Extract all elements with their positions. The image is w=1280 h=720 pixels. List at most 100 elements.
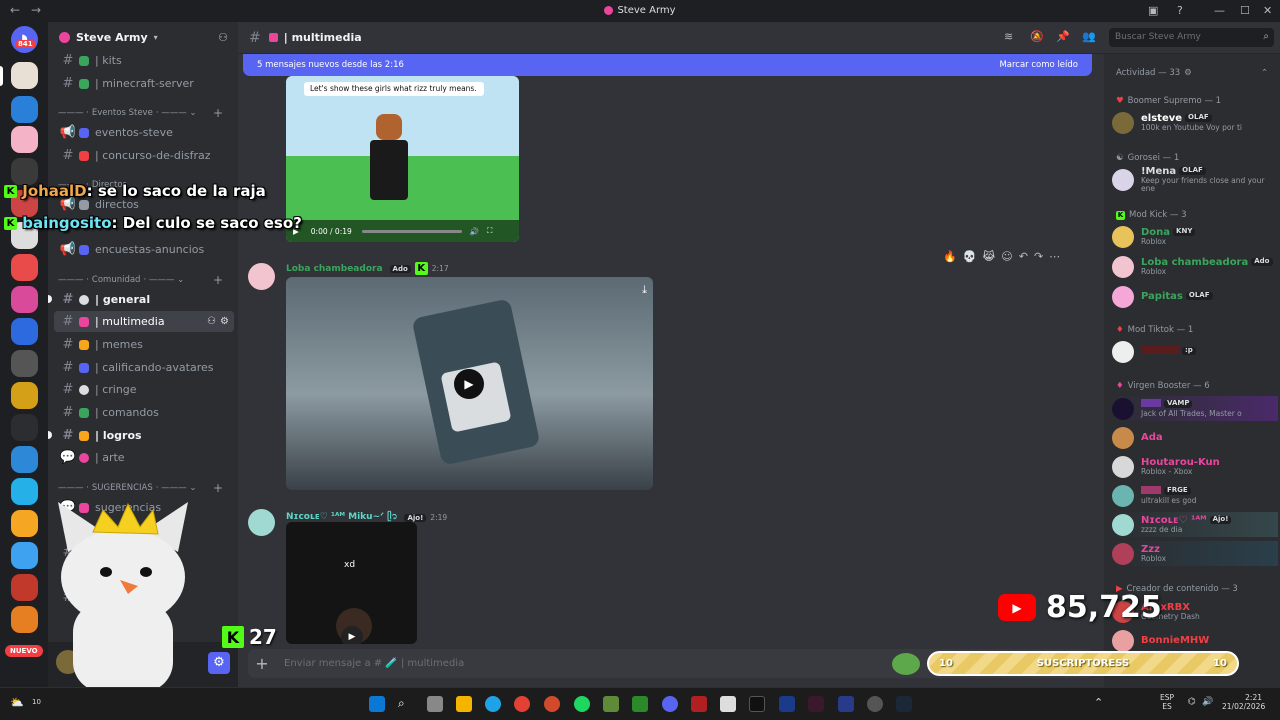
obs-icon[interactable] (867, 696, 883, 712)
pin-icon[interactable]: 📌 (1056, 30, 1070, 44)
clock[interactable]: 2:21 21/02/2026 (1222, 693, 1265, 711)
app-icon-red[interactable] (691, 696, 707, 712)
server-3[interactable] (11, 126, 38, 153)
help-icon[interactable]: ? (1177, 4, 1183, 17)
steam-icon[interactable] (896, 696, 912, 712)
server-steve-army[interactable] (11, 62, 38, 89)
server-13[interactable] (11, 446, 38, 473)
mark-as-read-button[interactable]: Marcar como leído (999, 60, 1078, 70)
network-icon[interactable]: ⌬ (1188, 697, 1196, 707)
reply-icon[interactable]: ↶ (1019, 250, 1028, 263)
member-item[interactable]: Loba chambeadora Ado Roblox (1112, 254, 1278, 279)
member-item[interactable]: BonnieMHW (1112, 628, 1278, 653)
play-button-icon[interactable]: ▶ (454, 369, 484, 399)
guild-header[interactable]: Steve Army ▾ ⚇ (48, 22, 238, 52)
file-explorer-icon[interactable] (456, 696, 472, 712)
server-10[interactable] (11, 350, 38, 377)
settings-gear-icon[interactable]: ⚙ (208, 652, 230, 674)
store-icon[interactable] (720, 696, 736, 712)
member-item[interactable]: Zzz Roblox (1112, 541, 1278, 566)
member-item[interactable]: VAMP Jack of All Trades, Master o (1112, 396, 1278, 421)
app-icon-valorant[interactable] (808, 696, 824, 712)
reaction-fire[interactable]: 🔥 (943, 250, 957, 263)
add-reaction-icon[interactable]: ☺ (1001, 250, 1012, 263)
threads-icon[interactable]: ≋ (1004, 30, 1018, 44)
channel-minecraft-server[interactable]: # | minecraft-server (48, 73, 234, 94)
close-icon[interactable]: ✕ (1263, 4, 1272, 17)
video-attachment[interactable]: xd ▶ (286, 522, 417, 644)
server-14[interactable] (11, 478, 38, 505)
channel-multimedia[interactable]: # | multimedia ⚇ ⚙ (54, 311, 234, 332)
server-18[interactable] (11, 606, 38, 633)
weather-icon[interactable]: ⛅ (10, 696, 24, 709)
search-input[interactable]: Buscar Steve Army ⌕ (1109, 28, 1274, 47)
server-15[interactable] (11, 510, 38, 537)
message-author[interactable]: Loba chambeadora (286, 264, 383, 274)
channel-eventos-steve[interactable]: 📢 eventos-steve (48, 122, 234, 143)
server-17[interactable] (11, 574, 38, 601)
video-seek-bar[interactable] (361, 229, 462, 233)
play-button-icon[interactable]: ▶ (341, 626, 363, 644)
channel-cringe[interactable]: # | cringe (48, 379, 234, 400)
channel-arte[interactable]: 💬 | arte (48, 447, 234, 468)
member-item[interactable]: elsteve OLAF 100k en Youtube Voy por ti (1112, 110, 1278, 135)
channel-comandos[interactable]: # | comandos (48, 402, 234, 423)
notification-bell-icon[interactable]: 🔕 (1030, 30, 1044, 44)
xbox-icon[interactable] (632, 696, 648, 712)
channel-encuestas-anuncios[interactable]: 📢 encuestas-anuncios (48, 239, 234, 260)
volume-icon[interactable]: 🔊 (470, 227, 479, 236)
app-icon-blue[interactable] (838, 696, 854, 712)
reaction-skull[interactable]: 💀 (963, 250, 977, 263)
category-eventos[interactable]: ——— · Eventos Steve · ——— ⌄ + (58, 106, 233, 120)
attach-plus-icon[interactable]: + (248, 654, 276, 673)
server-4[interactable] (11, 158, 38, 185)
more-options-icon[interactable]: ⋯ (1049, 250, 1060, 263)
app-icon-bg[interactable] (779, 696, 795, 712)
start-icon[interactable] (369, 696, 385, 712)
member-item[interactable]: Papitas OLAF (1112, 284, 1278, 309)
minimize-icon[interactable]: — (1214, 4, 1225, 17)
member-item[interactable]: FRGE ultrakill es god (1112, 483, 1278, 508)
channel-concurso-de-disfraz[interactable]: # | concurso-de-disfraz (48, 145, 234, 166)
chrome-icon[interactable] (514, 696, 530, 712)
invite-icon[interactable]: ⚇ (218, 31, 228, 44)
channel-logros[interactable]: # | logros (48, 425, 234, 446)
channel-kits[interactable]: # | kits (48, 50, 234, 71)
language-indicator[interactable]: ESP ES (1160, 693, 1174, 711)
member-item[interactable]: :p (1112, 339, 1278, 364)
channel-general[interactable]: # | general (48, 289, 234, 310)
member-item[interactable]: Ada (1112, 425, 1278, 450)
server-2[interactable] (11, 96, 38, 123)
video-attachment[interactable]: ▶ ⤓ (286, 277, 653, 490)
channel-memes[interactable]: # | memes (48, 334, 234, 355)
search-icon[interactable]: ⌕ (398, 696, 414, 712)
tray-chevron-icon[interactable]: ⌃ (1094, 696, 1103, 709)
reaction-cat[interactable]: 😹 (982, 250, 995, 263)
channel-calificando-avatares[interactable]: # | calificando-avatares (48, 357, 234, 378)
powerpoint-icon[interactable] (544, 696, 560, 712)
message-input[interactable]: Enviar mensaje a # 🧪 | multimedia (284, 658, 464, 669)
fullscreen-icon[interactable]: ⛶ (487, 226, 492, 236)
member-item[interactable]: Nɪᴄᴏʟᴇ♡ ¹ᴬᴹ Ajo! zzzz de dia (1112, 512, 1278, 537)
member-item[interactable]: Houtarou-Kun Roblox - Xbox (1112, 454, 1278, 479)
avatar[interactable] (248, 263, 275, 290)
minecraft-icon[interactable] (603, 696, 619, 712)
invite-icon[interactable]: ⚇ (207, 316, 216, 327)
inbox-icon[interactable]: ▣ (1148, 4, 1158, 17)
server-9[interactable] (11, 318, 38, 345)
new-messages-banner[interactable]: 5 mensajes nuevos desde las 2:16 Marcar … (243, 54, 1092, 76)
spotify-icon[interactable] (574, 696, 590, 712)
member-list-icon[interactable]: 👥 (1082, 30, 1096, 44)
server-16[interactable] (11, 542, 38, 569)
task-view-icon[interactable] (427, 696, 443, 712)
edge-icon[interactable] (485, 696, 501, 712)
member-item[interactable]: Dona KNY Roblox (1112, 224, 1278, 249)
gear-icon[interactable]: ⚙ (220, 316, 229, 327)
forward-icon[interactable]: ↷ (1034, 250, 1043, 263)
server-11[interactable] (11, 382, 38, 409)
category-comunidad[interactable]: ——— · Comunidad · ——— ⌄ + (58, 273, 233, 287)
avatar[interactable] (248, 509, 275, 536)
server-7[interactable] (11, 254, 38, 281)
volume-icon[interactable]: 🔊 (1202, 697, 1213, 707)
server-8[interactable] (11, 286, 38, 313)
